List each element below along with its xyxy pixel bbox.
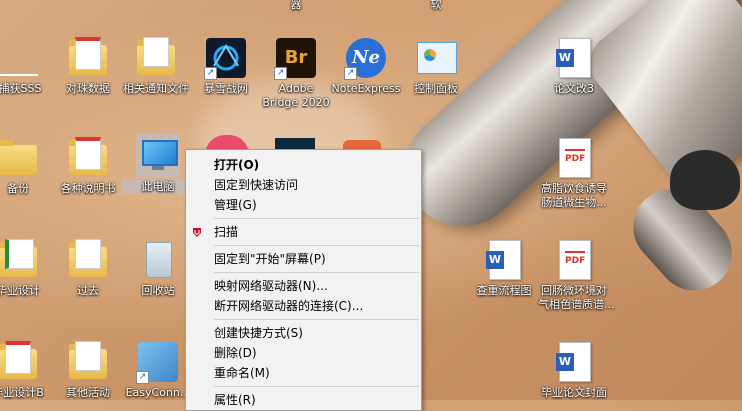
desktop-icon-recycle-bin[interactable]: 回收站 [122,238,194,298]
desktop-icon-this-pc[interactable]: 此电脑 [122,134,194,194]
desktop-icon-label: 过去 [77,284,99,297]
folder-icon [0,341,37,379]
desktop-icon-battlenet[interactable]: ↗ 暴雪战网 [190,36,262,96]
desktop-icon-label: 其他活动 [66,386,110,399]
desktop-icon-label: 回收站 [141,284,175,297]
desktop-icon-label: 器 [290,0,302,11]
desktop-icon-label: 查重流程图 [476,284,532,297]
desktop-icon-label-line1: 回肠微环境对 [541,284,607,297]
desktop-icon-partial-top-2[interactable]: 软 [400,0,472,12]
folder-icon [69,37,107,75]
desktop-icon-pdf-gut-microbiota[interactable]: PDF 高脂饮食诱导 肠道微生物... [538,136,610,210]
menu-separator [214,319,419,320]
desktop-icon-label: 毕业论文封面 [541,386,607,399]
menu-item-properties[interactable]: 属性(R) [186,390,421,410]
desktop-icon-folder-data[interactable]: 对珠数据 [52,36,124,96]
desktop-icon-folder-notices[interactable]: 相关通知文件 [120,36,192,96]
desktop-icon-label: 相关通知文件 [123,82,189,95]
mcafee-shield-icon [193,228,201,237]
folder-icon [0,140,37,175]
menu-item-pin-start[interactable]: 固定到"开始"屏幕(P) [186,249,421,269]
desktop-icon-noteexpress[interactable]: Ne ↗ NoteExpress [330,36,402,96]
desktop-icon-label: 对珠数据 [66,82,110,95]
desktop-icon-label-line2: Bridge 2020 [262,96,330,109]
menu-item-disconnect-network-drive[interactable]: 断开网络驱动器的连接(C)... [186,296,421,316]
shortcut-arrow-icon: ↗ [274,67,287,80]
menu-item-open[interactable]: 打开(O) [186,155,421,175]
desktop-icon-control-panel[interactable]: 控制面板 [400,36,472,96]
folder-icon [137,37,175,75]
file-icon [0,36,42,80]
menu-separator [214,272,419,273]
menu-item-create-shortcut[interactable]: 创建快捷方式(S) [186,323,421,343]
desktop-icon-label: 控制面板 [414,82,458,95]
menu-item-delete[interactable]: 删除(D) [186,343,421,363]
desktop-icon-adobe-bridge[interactable]: Br ↗ Adobe Bridge 2020 [260,36,332,110]
folder-icon [69,341,107,379]
folder-icon [69,239,107,277]
desktop-icon-partial-top-1[interactable]: 器 [260,0,332,12]
pdf-document-icon: PDF [559,240,591,280]
desktop-icon-label: 暴雪战网 [204,82,248,95]
desktop-icon-label: NoteExpress [331,82,401,95]
desktop-icon-easyconnect[interactable]: ↗ EasyConn... [122,340,194,400]
folder-icon [69,137,107,175]
control-panel-icon [417,42,457,74]
desktop-icon-label: 毕业设计 [0,284,40,297]
context-menu: 打开(O) 固定到快速访问 管理(G) 扫描 固定到"开始"屏幕(P) 映射网络… [185,149,422,411]
recycle-bin-icon [146,242,172,278]
menu-item-manage[interactable]: 管理(G) [186,195,421,215]
desktop-icon-label: 论文改3 [554,82,594,95]
desktop-icon-label: 毕业设计B [0,386,44,399]
desktop-icon-label: 各种说明书 [60,182,116,195]
desktop-icon-thesis-cover[interactable]: W 毕业论文封面 [538,340,610,400]
desktop-icon-capture[interactable]: 捕获SSS [0,36,56,96]
desktop-icon-manuals[interactable]: 各种说明书 [52,136,124,196]
desktop-icon-past[interactable]: 过去 [52,238,124,298]
desktop-icon-label: EasyConn... [125,386,191,399]
pdf-document-icon: PDF [559,138,591,178]
computer-monitor-icon [142,140,178,166]
menu-item-rename[interactable]: 重命名(M) [186,363,421,383]
desktop-icon-label: 备份 [7,182,29,195]
desktop-icon-thesis-v3[interactable]: W 论文改3 [538,36,610,96]
menu-separator [214,245,419,246]
menu-item-pin-quick-access[interactable]: 固定到快速访问 [186,175,421,195]
shortcut-arrow-icon: ↗ [136,371,149,384]
desktop-icon-label-line2: 气相色谱质谱... [538,298,615,311]
shortcut-arrow-icon: ↗ [344,67,357,80]
word-document-icon: W [556,342,591,382]
menu-item-scan[interactable]: 扫描 [186,222,421,242]
desktop-icon-graduation-design-b[interactable]: 毕业设计B [0,340,54,400]
menu-separator [214,386,419,387]
desktop-icon-graduation-design[interactable]: 毕业设计 [0,238,54,298]
desktop-icon-label-line2: 肠道微生物... [541,196,607,209]
desktop-icon-label-line1: 高脂饮食诱导 [541,182,607,195]
word-document-icon: W [556,38,591,78]
desktop-icon-label: 此电脑 [122,180,194,194]
desktop-icon-label: 软 [430,0,442,11]
desktop-icon-backup[interactable]: 备份 [0,136,54,196]
menu-separator [214,218,419,219]
desktop-icon-other-activities[interactable]: 其他活动 [52,340,124,400]
desktop-icon-pdf-ileum[interactable]: PDF 回肠微环境对 气相色谱质谱... [538,238,615,312]
word-document-icon: W [486,240,521,280]
menu-item-map-network-drive[interactable]: 映射网络驱动器(N)... [186,276,421,296]
desktop-icon-plagiarism-flowchart[interactable]: W 查重流程图 [468,238,540,298]
menu-item-label: 扫描 [214,225,239,239]
desktop-icon-label-line1: Adobe [278,82,314,95]
pen-wallpaper-cap [670,150,740,210]
folder-icon [0,239,37,277]
shortcut-arrow-icon: ↗ [204,67,217,80]
desktop-icon-label: 捕获SSS [0,82,42,95]
